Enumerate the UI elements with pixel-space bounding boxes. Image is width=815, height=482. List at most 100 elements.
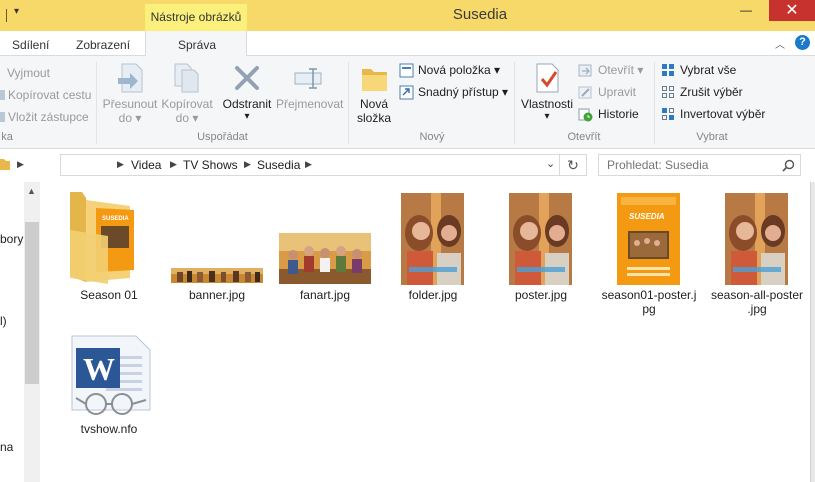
file-item-fanart[interactable]: fanart.jpg bbox=[278, 188, 372, 306]
new-folder-label: Nová bbox=[359, 97, 388, 111]
select-none-icon bbox=[662, 86, 674, 98]
search-box[interactable] bbox=[598, 154, 801, 176]
properties-label: Vlastnosti bbox=[520, 97, 574, 111]
search-icon bbox=[782, 159, 795, 172]
file-name: poster.jpg bbox=[514, 288, 568, 302]
nav-pane-scroll-thumb[interactable] bbox=[25, 222, 39, 384]
scroll-up-icon[interactable]: ▲ bbox=[27, 186, 36, 196]
file-name: banner.jpg bbox=[188, 288, 246, 302]
breadcrumb-tv-shows[interactable]: TV Shows bbox=[183, 158, 238, 172]
word-letter-text: W bbox=[83, 351, 115, 387]
breadcrumb-susedia[interactable]: Susedia bbox=[257, 158, 300, 172]
search-input[interactable] bbox=[607, 157, 777, 173]
history-button[interactable]: Historie bbox=[578, 106, 648, 124]
folder-icon bbox=[0, 157, 10, 174]
picture-tools-context-tab: Nástroje obrázků bbox=[145, 4, 247, 31]
copy-to-label: Kopírovat bbox=[161, 97, 213, 111]
chevron-right-icon[interactable]: ▶ bbox=[305, 159, 312, 170]
poster-thumbnail-icon bbox=[509, 193, 572, 285]
tab-share[interactable]: Sdílení bbox=[12, 38, 49, 52]
file-item-season01-poster[interactable]: SUSEDIA season01-poster.j pg bbox=[602, 188, 696, 318]
file-item-poster-jpg[interactable]: poster.jpg bbox=[494, 188, 588, 306]
organize-group-label: Uspořádat bbox=[197, 131, 248, 143]
file-item-tvshow-nfo[interactable]: W tvshow.nfo bbox=[62, 330, 156, 440]
fanart-thumbnail-icon bbox=[279, 233, 371, 284]
new-folder-button[interactable]: Nová složka bbox=[352, 60, 396, 126]
delete-icon bbox=[235, 66, 259, 90]
delete-label: Odstranit bbox=[222, 97, 272, 111]
chevron-right-icon[interactable]: ▶ bbox=[117, 159, 124, 170]
rename-label: Přejmenovat bbox=[276, 97, 344, 111]
file-item-season-01[interactable]: SUSEDIA Season 01 bbox=[62, 188, 156, 306]
file-name: fanart.jpg bbox=[299, 288, 351, 302]
edit-icon bbox=[578, 86, 592, 99]
poster-thumbnail-icon bbox=[725, 193, 788, 285]
invert-selection-label: Invertovat výběr bbox=[680, 107, 766, 121]
history-label: Historie bbox=[598, 107, 639, 121]
open-button[interactable]: Otevřít ▾ bbox=[578, 62, 648, 80]
tab-view[interactable]: Zobrazení bbox=[76, 38, 130, 52]
ribbon-separator bbox=[514, 62, 515, 144]
new-item-label: Nová položka ▾ bbox=[418, 63, 501, 77]
rename-button[interactable]: Přejmenovat bbox=[276, 60, 344, 126]
chevron-right-icon[interactable]: ▶ bbox=[170, 159, 177, 170]
nav-item-fragment[interactable]: l) bbox=[0, 314, 7, 328]
folder-thumbnail-icon: SUSEDIA bbox=[70, 192, 134, 284]
content-scrollbar[interactable] bbox=[810, 182, 815, 482]
properties-dropdown-icon: ▾ bbox=[544, 111, 550, 122]
clipboard-group-label: ka bbox=[1, 131, 13, 143]
poster-thumbnail-icon bbox=[401, 193, 464, 285]
select-none-button[interactable]: Zrušit výběr bbox=[661, 84, 761, 102]
paste-shortcut-icon bbox=[0, 112, 5, 122]
refresh-icon: ↻ bbox=[567, 157, 579, 173]
select-all-button[interactable]: Vybrat vše bbox=[661, 62, 761, 80]
nav-item-fragment[interactable]: bory bbox=[0, 232, 23, 246]
close-button[interactable]: ✕ bbox=[769, 0, 815, 21]
ribbon-collapse-icon[interactable]: ︿ bbox=[775, 36, 785, 51]
tab-manage[interactable]: Správa bbox=[178, 38, 216, 52]
season-poster-thumbnail-icon: SUSEDIA bbox=[617, 193, 680, 285]
invert-selection-icon bbox=[662, 108, 674, 120]
properties-icon bbox=[536, 63, 559, 93]
copy-path-icon bbox=[0, 90, 5, 100]
quick-access-dropdown-icon[interactable]: ▾ bbox=[14, 6, 19, 17]
chevron-right-icon[interactable]: ▶ bbox=[244, 159, 251, 170]
invert-selection-button[interactable]: Invertovat výběr bbox=[661, 106, 771, 124]
ribbon-separator bbox=[348, 62, 349, 144]
file-item-season-all-poster[interactable]: season-all-poster .jpg bbox=[710, 188, 804, 318]
move-to-label: Přesunout bbox=[102, 97, 158, 111]
open-icon bbox=[578, 64, 592, 77]
new-folder-icon bbox=[362, 69, 387, 91]
file-name: season01-poster.j pg bbox=[601, 288, 697, 316]
word-document-icon: W bbox=[71, 335, 151, 415]
select-all-label: Vybrat vše bbox=[680, 63, 737, 77]
properties-button[interactable]: Vlastnosti ▾ bbox=[518, 60, 576, 126]
ribbon-separator bbox=[654, 62, 655, 144]
new-item-button[interactable]: Nová položka ▾ bbox=[399, 62, 509, 80]
copy-to-button[interactable]: Kopírovat do ▾ bbox=[159, 60, 215, 126]
move-to-button[interactable]: Přesunout do ▾ bbox=[102, 60, 158, 126]
history-icon bbox=[578, 108, 593, 122]
file-name: folder.jpg bbox=[408, 288, 458, 302]
chevron-right-icon[interactable]: ▶ bbox=[17, 159, 24, 170]
copy-to-label-2: do ▾ bbox=[175, 111, 199, 125]
breadcrumb-videa[interactable]: Videa bbox=[131, 158, 161, 172]
quick-access-divider bbox=[6, 9, 7, 22]
file-item-folder-jpg[interactable]: folder.jpg bbox=[386, 188, 480, 306]
minimize-button[interactable]: — bbox=[723, 0, 769, 21]
file-item-banner[interactable]: banner.jpg bbox=[170, 188, 264, 306]
move-to-icon bbox=[118, 63, 143, 93]
file-name: season-all-poster .jpg bbox=[710, 288, 804, 316]
easy-access-label: Snadný přístup ▾ bbox=[418, 85, 509, 99]
easy-access-button[interactable]: Snadný přístup ▾ bbox=[399, 84, 509, 102]
move-to-label-2: do ▾ bbox=[118, 111, 142, 125]
ribbon-separator bbox=[96, 62, 97, 144]
address-history-dropdown-icon[interactable]: ⌄ bbox=[546, 157, 555, 170]
help-icon[interactable]: ? bbox=[795, 35, 810, 50]
delete-button[interactable]: Odstranit ▾ bbox=[219, 60, 275, 126]
nav-item-fragment[interactable]: na bbox=[0, 440, 13, 454]
edit-button[interactable]: Upravit bbox=[578, 84, 648, 102]
cut-label: Vyjmout bbox=[7, 66, 50, 80]
refresh-button[interactable]: ↻ bbox=[560, 154, 587, 176]
paste-shortcut-label: Vložit zástupce bbox=[8, 110, 89, 124]
